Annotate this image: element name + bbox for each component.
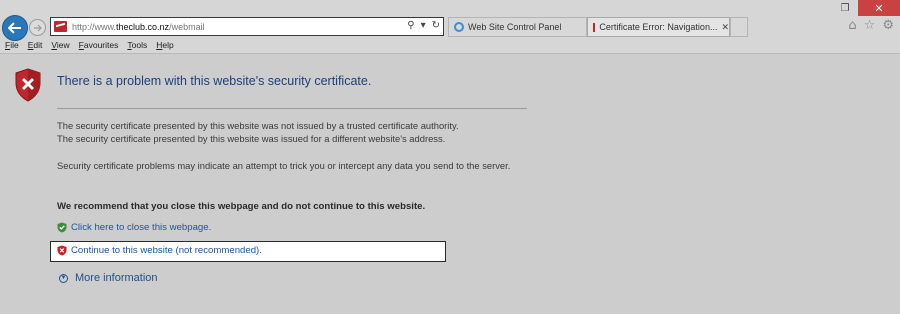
browser-chrome: ❐ ✕ http://www.theclub.co.nz/webmail ⚲ ▾… (0, 0, 900, 54)
green-shield-check-icon (57, 222, 67, 233)
back-arrow-icon (8, 22, 21, 34)
menu-favourites[interactable]: Favourites (79, 40, 119, 53)
menu-tools[interactable]: Tools (127, 40, 147, 53)
certificate-details: The security certificate presented by th… (57, 120, 459, 144)
menu-bar: File Edit View Favourites Tools Help (0, 40, 178, 53)
new-tab-button[interactable] (730, 17, 748, 37)
tab-close-icon[interactable]: ✕ (721, 22, 729, 33)
tab-label: Certificate Error: Navigation... (599, 22, 718, 32)
menu-edit[interactable]: Edit (28, 40, 43, 53)
address-url[interactable]: http://www.theclub.co.nz/webmail (72, 22, 205, 32)
site-favicon-icon (54, 21, 67, 32)
refresh-icon[interactable]: ↻ (432, 20, 440, 31)
certificate-error-page: There is a problem with this website's s… (0, 54, 900, 314)
recommendation-text: We recommend that you close this webpage… (57, 201, 426, 212)
continue-to-website-link[interactable]: Continue to this website (not recommende… (57, 245, 262, 256)
cert-error-icon (593, 22, 596, 32)
address-bar[interactable]: http://www.theclub.co.nz/webmail ⚲ ▾ ↻ (50, 17, 444, 36)
menu-view[interactable]: View (51, 40, 69, 53)
restore-button[interactable]: ❐ (832, 0, 858, 16)
close-window-button[interactable]: ✕ (858, 0, 900, 16)
chevron-down-circle-icon: ▼ (59, 273, 68, 283)
menu-help[interactable]: Help (156, 40, 173, 53)
toolbar-icons: ⌂ ☆ ⚙ (848, 18, 894, 33)
tab-label: Web Site Control Panel (468, 22, 562, 32)
security-warning-text: Security certificate problems may indica… (57, 160, 511, 171)
page-title: There is a problem with this website's s… (57, 74, 372, 88)
tab-web-site-control-panel[interactable]: Web Site Control Panel (448, 17, 587, 37)
window-controls: ❐ ✕ (832, 0, 900, 16)
red-shield-x-small-icon (57, 245, 67, 256)
red-shield-x-icon (15, 68, 41, 102)
tab-certificate-error[interactable]: Certificate Error: Navigation... ✕ (587, 17, 730, 37)
search-icon[interactable]: ⚲ (407, 20, 414, 31)
settings-gear-icon[interactable]: ⚙ (882, 18, 894, 33)
title-divider (57, 108, 527, 109)
forward-arrow-icon (34, 24, 42, 31)
forward-button[interactable] (29, 19, 46, 36)
favorites-icon[interactable]: ☆ (864, 18, 876, 33)
address-dropdown-icon[interactable]: ▾ (421, 20, 426, 31)
navigation-row: http://www.theclub.co.nz/webmail ⚲ ▾ ↻ W… (0, 15, 900, 41)
back-button[interactable] (2, 15, 28, 41)
menu-file[interactable]: File (5, 40, 19, 53)
more-information-toggle[interactable]: ▼ More information (59, 272, 158, 284)
ie-icon (454, 22, 464, 32)
home-icon[interactable]: ⌂ (848, 18, 856, 33)
close-webpage-link[interactable]: Click here to close this webpage. (57, 222, 211, 233)
